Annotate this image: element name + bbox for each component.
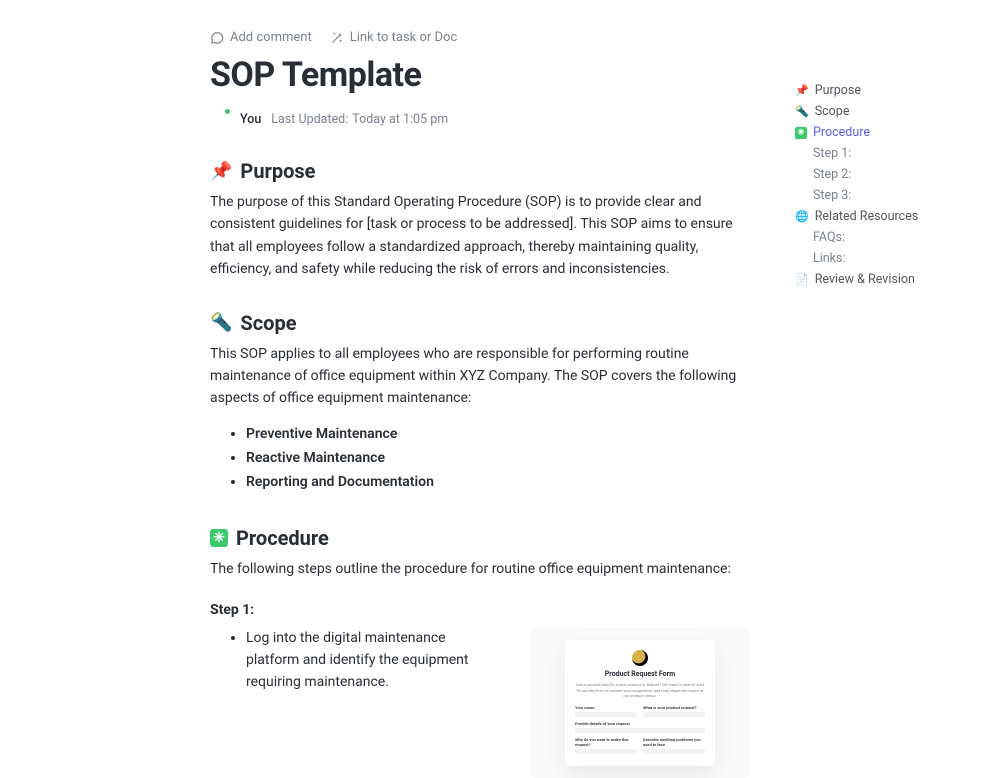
form-field-row: Your name What is your product request? [575, 705, 705, 717]
doc-title: SOP Template [210, 55, 750, 95]
asterisk-icon: ✳ [210, 529, 228, 547]
add-comment-label: Add comment [230, 30, 312, 45]
section-purpose-title: Purpose [240, 159, 315, 183]
outline-item-step1[interactable]: Step 1: [795, 143, 960, 164]
list-item: Reporting and Documentation [246, 474, 750, 490]
outline: 📌 Purpose 🔦 Scope ✳ Procedure Step 1: St… [795, 80, 960, 290]
outline-item-label: Procedure [813, 125, 870, 140]
form-field-input [575, 749, 637, 754]
form-field-label: Why do you want to make this request? [575, 737, 637, 747]
list-item: Log into the digital maintenance platfor… [246, 628, 502, 693]
form-field-input [643, 749, 705, 754]
outline-item-faqs[interactable]: FAQs: [795, 227, 960, 248]
form-field-input [575, 712, 637, 717]
section-scope-body: This SOP applies to all employees who ar… [210, 343, 750, 410]
outline-item-step3[interactable]: Step 3: [795, 185, 960, 206]
document-main: Add comment Link to task or Doc SOP Temp… [210, 0, 750, 778]
form-logo-icon [632, 650, 648, 666]
form-field-label: What is your product request? [643, 705, 705, 710]
outline-item-label: Purpose [815, 83, 861, 98]
page-icon: 📄 [795, 273, 809, 286]
flashlight-icon: 🔦 [795, 105, 809, 118]
outline-item-purpose[interactable]: 📌 Purpose [795, 80, 960, 101]
outline-item-label: FAQs: [813, 230, 845, 245]
form-field-label: Describe anything problems you used to f… [643, 737, 705, 747]
outline-item-links[interactable]: Links: [795, 248, 960, 269]
form-field: What is your product request? [643, 705, 705, 717]
scope-list: Preventive Maintenance Reactive Maintena… [210, 426, 750, 490]
outline-item-scope[interactable]: 🔦 Scope [795, 101, 960, 122]
outline-item-label: Step 3: [813, 188, 851, 203]
step1-heading: Step 1: [210, 602, 750, 618]
outline-item-label: Scope [815, 104, 850, 119]
section-procedure-intro: The following steps outline the procedur… [210, 558, 750, 580]
link-task-label: Link to task or Doc [350, 30, 458, 45]
section-purpose-heading: 📌 Purpose [210, 159, 750, 183]
list-item: Reactive Maintenance [246, 450, 750, 466]
outline-item-review[interactable]: 📄 Review & Revision [795, 269, 960, 290]
flashlight-icon: 🔦 [210, 312, 232, 333]
outline-item-step2[interactable]: Step 2: [795, 164, 960, 185]
globe-icon: 🌐 [795, 210, 809, 223]
wand-icon [330, 31, 344, 45]
form-preview-image: Product Request Form Got a product idea … [530, 628, 750, 778]
section-purpose-body: The purpose of this Standard Operating P… [210, 191, 750, 281]
updated-value: Today at 1:05 pm [352, 112, 448, 127]
outline-item-label: Links: [813, 251, 846, 266]
form-field-label: Provide details of your request [575, 721, 705, 726]
updated-label: Last Updated: [271, 112, 348, 127]
outline-item-procedure[interactable]: ✳ Procedure [795, 122, 960, 143]
outline-item-label: Review & Revision [815, 272, 915, 287]
add-comment-button[interactable]: Add comment [210, 30, 312, 45]
topbar: Add comment Link to task or Doc [210, 30, 750, 45]
avatar[interactable] [210, 109, 230, 129]
link-task-button[interactable]: Link to task or Doc [330, 30, 458, 45]
pushpin-icon: 📌 [795, 84, 809, 97]
form-blurb: Got a product idea for a new product or … [575, 682, 705, 699]
form-title: Product Request Form [575, 670, 705, 678]
step1-list: Log into the digital maintenance platfor… [210, 628, 502, 693]
list-item: Preventive Maintenance [246, 426, 750, 442]
comment-icon [210, 31, 224, 45]
section-scope-heading: 🔦 Scope [210, 311, 750, 335]
asterisk-icon: ✳ [795, 127, 807, 139]
outline-item-label: Step 1: [813, 146, 851, 161]
section-scope-title: Scope [240, 311, 296, 335]
section-procedure-heading: ✳ Procedure [210, 526, 750, 550]
form-field: Describe anything problems you used to f… [643, 737, 705, 754]
pushpin-icon: 📌 [210, 161, 232, 182]
form-field: Why do you want to make this request? [575, 737, 637, 754]
outline-item-label: Related Resources [815, 209, 919, 224]
doc-meta: You Last Updated: Today at 1:05 pm [210, 109, 750, 129]
form-field-row: Why do you want to make this request? De… [575, 737, 705, 754]
form-card: Product Request Form Got a product idea … [565, 640, 715, 766]
avatar-status-dot [224, 108, 231, 115]
form-field-label: Your name [575, 705, 637, 710]
outline-item-related[interactable]: 🌐 Related Resources [795, 206, 960, 227]
section-procedure-title: Procedure [236, 526, 329, 550]
form-field: Your name [575, 705, 637, 717]
form-field: Provide details of your request [575, 721, 705, 733]
outline-item-label: Step 2: [813, 167, 851, 182]
author-label: You [240, 112, 261, 127]
step1-row: Log into the digital maintenance platfor… [210, 628, 750, 778]
form-field-input [643, 712, 705, 717]
form-field-input [575, 728, 705, 733]
